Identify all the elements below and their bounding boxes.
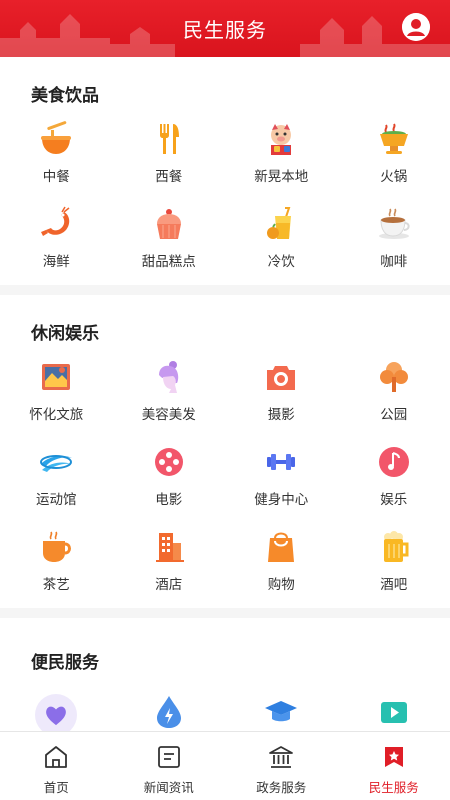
- service-item-park[interactable]: 公园: [338, 353, 450, 438]
- tab-livelihood[interactable]: 民生服务: [338, 732, 450, 800]
- tab-label: 首页: [43, 780, 69, 795]
- section-title: 休闲娱乐: [31, 324, 99, 344]
- woman-head-icon: [151, 359, 187, 395]
- item-label: 海鲜: [42, 254, 70, 270]
- section-divider: [0, 608, 450, 618]
- item-label: 运动馆: [36, 492, 77, 508]
- app-header: 民生服务: [0, 0, 450, 57]
- service-item-entertainment[interactable]: 娱乐: [338, 438, 450, 523]
- item-label: 酒吧: [380, 577, 408, 593]
- item-label: 西餐: [155, 169, 183, 185]
- section-convenience: 便民服务: [0, 618, 450, 731]
- section-title: 美食饮品: [31, 86, 99, 106]
- fork-knife-icon: [151, 121, 187, 157]
- page-title: 民生服务: [183, 18, 267, 42]
- tab-news[interactable]: 新闻资讯: [113, 732, 226, 800]
- item-label: 公园: [380, 407, 408, 423]
- cupcake-icon: [151, 206, 187, 242]
- user-avatar-icon[interactable]: [402, 13, 430, 41]
- hotel-building-icon: [151, 529, 187, 565]
- tab-label: 民生服务: [368, 780, 419, 795]
- item-label: 娱乐: [380, 492, 408, 508]
- music-note-icon: [376, 444, 412, 480]
- graduation-cap-icon: [263, 694, 299, 730]
- service-item-video[interactable]: [338, 688, 450, 731]
- water-drop-icon: [151, 694, 187, 730]
- tab-label: 新闻资讯: [143, 780, 194, 795]
- service-item-coffee[interactable]: 咖啡: [338, 200, 450, 285]
- service-item-photography[interactable]: 摄影: [225, 353, 338, 438]
- tab-home[interactable]: 首页: [0, 732, 113, 800]
- tab-government[interactable]: 政务服务: [225, 732, 338, 800]
- item-label: 冷饮: [267, 254, 295, 270]
- item-label: 美容美发: [141, 407, 196, 423]
- service-item-education[interactable]: [225, 688, 338, 731]
- service-item-chinese-food[interactable]: 中餐: [0, 115, 113, 200]
- shrimp-icon: [38, 206, 74, 242]
- service-item-dessert[interactable]: 甜品糕点: [113, 200, 226, 285]
- service-item-fitness[interactable]: 健身中心: [225, 438, 338, 523]
- section-food-drink: 美食饮品 中餐 西餐 新晃本地 火锅 海鲜 甜品糕点 冷饮 咖啡: [0, 57, 450, 285]
- service-item-seafood[interactable]: 海鲜: [0, 200, 113, 285]
- item-label: 购物: [267, 577, 295, 593]
- service-item-hotel[interactable]: 酒店: [113, 523, 226, 608]
- item-label: 甜品糕点: [141, 254, 196, 270]
- item-label: 怀化文旅: [29, 407, 84, 423]
- swoosh-icon: [38, 444, 74, 480]
- item-label: 酒店: [155, 577, 183, 593]
- section-title: 便民服务: [31, 653, 99, 673]
- mascot-icon: [263, 121, 299, 157]
- item-label: 火锅: [380, 169, 408, 185]
- service-item-bar[interactable]: 酒吧: [338, 523, 450, 608]
- home-icon: [45, 746, 68, 768]
- service-item-cold-drink[interactable]: 冷饮: [225, 200, 338, 285]
- service-item-shopping[interactable]: 购物: [225, 523, 338, 608]
- video-play-icon: [376, 694, 412, 730]
- service-item-tea[interactable]: 茶艺: [0, 523, 113, 608]
- service-item-movie[interactable]: 电影: [113, 438, 226, 523]
- item-label: 咖啡: [380, 254, 408, 270]
- tree-icon: [376, 359, 412, 395]
- item-label: 中餐: [42, 169, 70, 185]
- item-label: 健身中心: [254, 492, 309, 508]
- service-item-sports-venue[interactable]: 运动馆: [0, 438, 113, 523]
- item-label: 新晃本地: [254, 169, 309, 185]
- tea-cup-icon: [38, 529, 74, 565]
- beer-mug-icon: [376, 529, 412, 565]
- camera-icon: [263, 359, 299, 395]
- heart-care-icon: [35, 694, 78, 731]
- film-reel-icon: [151, 444, 187, 480]
- service-item-local[interactable]: 新晃本地: [225, 115, 338, 200]
- section-divider: [0, 285, 450, 295]
- item-label: 茶艺: [42, 577, 70, 593]
- noodle-bowl-icon: [38, 121, 74, 157]
- service-item-hotpot[interactable]: 火锅: [338, 115, 450, 200]
- service-item-care[interactable]: [0, 688, 113, 731]
- tab-label: 政务服务: [256, 780, 307, 795]
- service-badge-icon: [384, 747, 403, 767]
- coffee-cup-icon: [376, 206, 412, 242]
- cold-drink-icon: [263, 206, 299, 242]
- item-label: 摄影: [267, 407, 295, 423]
- bottom-tab-bar: 首页 新闻资讯 政务服务 民生服务: [0, 731, 450, 800]
- service-item-western-food[interactable]: 西餐: [113, 115, 226, 200]
- travel-map-icon: [38, 359, 74, 395]
- service-item-beauty[interactable]: 美容美发: [113, 353, 226, 438]
- hotpot-icon: [376, 121, 412, 157]
- shopping-bag-icon: [263, 529, 299, 565]
- item-label: 电影: [155, 492, 183, 508]
- service-item-water[interactable]: [113, 688, 226, 731]
- news-icon: [157, 746, 180, 768]
- government-icon: [269, 746, 294, 768]
- content-scroll[interactable]: 美食饮品 中餐 西餐 新晃本地 火锅 海鲜 甜品糕点 冷饮 咖啡 休闲娱乐 怀化…: [0, 57, 450, 731]
- section-leisure: 休闲娱乐 怀化文旅 美容美发 摄影 公园 运动馆 电影 健身中心 娱乐 茶艺 酒…: [0, 295, 450, 608]
- service-item-culture-travel[interactable]: 怀化文旅: [0, 353, 113, 438]
- dumbbell-icon: [263, 444, 299, 480]
